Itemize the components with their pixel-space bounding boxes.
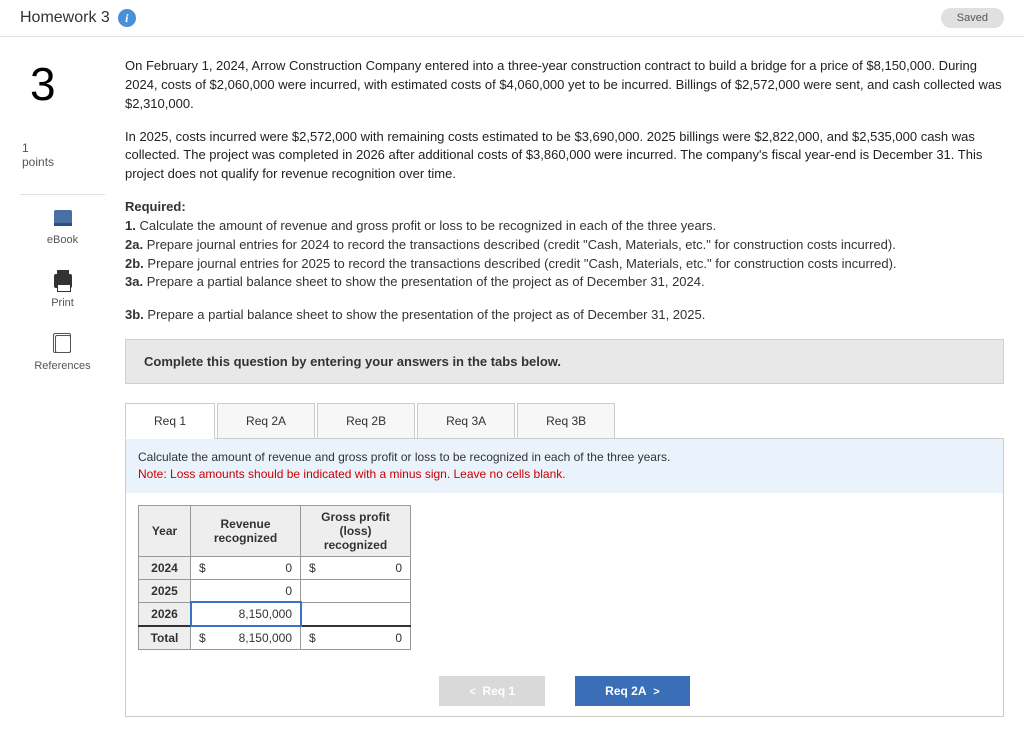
ebook-button[interactable]: eBook	[20, 195, 105, 258]
question-content: On February 1, 2024, Arrow Construction …	[125, 57, 1014, 717]
chevron-right-icon: >	[653, 686, 659, 698]
tab-req-3b[interactable]: Req 3B	[517, 403, 615, 439]
requirement-3a: 3a. Prepare a partial balance sheet to s…	[125, 273, 1004, 292]
table-row: 2026 8,150,000	[139, 602, 411, 626]
tab-req-2b[interactable]: Req 2B	[317, 403, 415, 439]
col-year: Year	[139, 505, 191, 556]
col-revenue: Revenue recognized	[191, 505, 301, 556]
question-number: 3	[20, 57, 105, 111]
tab-panel: Calculate the amount of revenue and gros…	[125, 439, 1004, 717]
tab-req-3a[interactable]: Req 3A	[417, 403, 515, 439]
requirement-2a: 2a. Prepare journal entries for 2024 to …	[125, 236, 1004, 255]
next-req-button[interactable]: Req 2A >	[575, 676, 689, 706]
gp-input-2024[interactable]: $0	[301, 556, 411, 579]
question-paragraph-2: In 2025, costs incurred were $2,572,000 …	[125, 128, 1004, 185]
revenue-total: $8,150,000	[191, 626, 301, 650]
nav-buttons: < Req 1 Req 2A >	[126, 662, 1003, 716]
year-cell: 2025	[139, 579, 191, 602]
answer-table: Year Revenue recognized Gross profit (lo…	[138, 505, 411, 650]
references-label: References	[34, 360, 90, 372]
references-button[interactable]: References	[20, 321, 105, 384]
instruction-bar: Complete this question by entering your …	[125, 339, 1004, 384]
year-cell: 2024	[139, 556, 191, 579]
tabs-row: Req 1 Req 2A Req 2B Req 3A Req 3B	[125, 402, 1004, 439]
panel-note: Note: Loss amounts should be indicated w…	[138, 467, 566, 481]
total-label: Total	[139, 626, 191, 650]
saved-indicator: Saved	[941, 8, 1004, 28]
assignment-title: Homework 3	[20, 9, 110, 27]
col-gross-profit: Gross profit (loss) recognized	[301, 505, 411, 556]
year-cell: 2026	[139, 602, 191, 626]
ebook-icon	[52, 207, 74, 229]
tab-req-2a[interactable]: Req 2A	[217, 403, 315, 439]
table-row: 2024 $0 $0	[139, 556, 411, 579]
gp-input-2025[interactable]	[301, 579, 411, 602]
prev-req-button[interactable]: < Req 1	[439, 676, 545, 706]
tab-req-1[interactable]: Req 1	[125, 403, 215, 439]
left-sidebar: 3 1 points eBook Print References	[20, 57, 105, 717]
required-heading: Required:	[125, 198, 1004, 217]
points-value: 1	[22, 141, 105, 155]
required-block: Required: 1. Calculate the amount of rev…	[125, 198, 1004, 325]
chevron-left-icon: <	[469, 686, 475, 698]
requirement-2b: 2b. Prepare journal entries for 2025 to …	[125, 255, 1004, 274]
ebook-label: eBook	[47, 234, 78, 246]
print-label: Print	[51, 297, 74, 309]
print-button[interactable]: Print	[20, 258, 105, 321]
gp-total: $0	[301, 626, 411, 650]
points-label: points	[22, 155, 54, 169]
table-total-row: Total $8,150,000 $0	[139, 626, 411, 650]
references-icon	[52, 333, 74, 355]
revenue-input-2025[interactable]: 0	[191, 579, 301, 602]
revenue-input-2026[interactable]: 8,150,000	[191, 602, 301, 626]
top-bar: Homework 3 i Saved	[0, 0, 1024, 37]
table-row: 2025 0	[139, 579, 411, 602]
question-paragraph-1: On February 1, 2024, Arrow Construction …	[125, 57, 1004, 114]
gp-input-2026[interactable]	[301, 602, 411, 626]
panel-description: Calculate the amount of revenue and gros…	[126, 439, 1003, 493]
revenue-input-2024[interactable]: $0	[191, 556, 301, 579]
panel-desc-text: Calculate the amount of revenue and gros…	[138, 450, 670, 464]
points-block: 1 points	[20, 141, 105, 169]
info-icon[interactable]: i	[118, 9, 136, 27]
print-icon	[52, 270, 74, 292]
requirement-3b: 3b. Prepare a partial balance sheet to s…	[125, 306, 1004, 325]
requirement-1: 1. Calculate the amount of revenue and g…	[125, 217, 1004, 236]
